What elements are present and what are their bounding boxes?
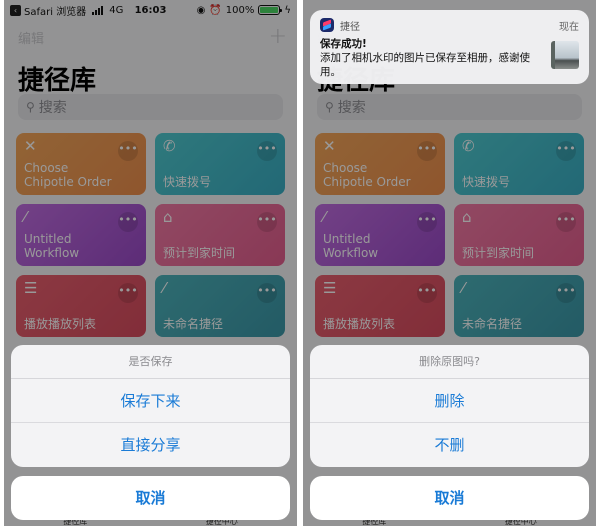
action-sheet: 删除原图吗? 删除 不删 [310, 345, 589, 467]
notification-title: 保存成功! [320, 38, 367, 50]
share-button[interactable]: 直接分享 [11, 423, 290, 467]
notification-message: 添加了相机水印的图片已保存至相册，感谢使用。 [320, 52, 530, 78]
action-sheet-title: 删除原图吗? [310, 345, 589, 379]
notification-app-name: 捷径 [340, 21, 360, 33]
shortcuts-app-icon [320, 18, 334, 32]
delete-button[interactable]: 删除 [310, 379, 589, 423]
notification-banner[interactable]: 捷径 现在 保存成功! 添加了相机水印的图片已保存至相册，感谢使用。 [310, 10, 589, 84]
action-sheet: 是否保存 保存下来 直接分享 [11, 345, 290, 467]
action-sheet-title: 是否保存 [11, 345, 290, 379]
keep-button[interactable]: 不删 [310, 423, 589, 467]
photo-thumbnail [551, 41, 579, 69]
right-phone-screen: 编辑 + 捷径库 ⚲ 搜索 ✕ ••• Choose Chipotle Orde… [303, 0, 596, 526]
cancel-button[interactable]: 取消 [11, 476, 290, 520]
notification-time: 现在 [559, 21, 579, 33]
left-phone-screen: ‹ Safari 浏览器 4G 16:03 ◉ ⏰ 100% ϟ 编辑 + 捷径… [4, 0, 297, 526]
save-button[interactable]: 保存下来 [11, 379, 290, 423]
cancel-button[interactable]: 取消 [310, 476, 589, 520]
